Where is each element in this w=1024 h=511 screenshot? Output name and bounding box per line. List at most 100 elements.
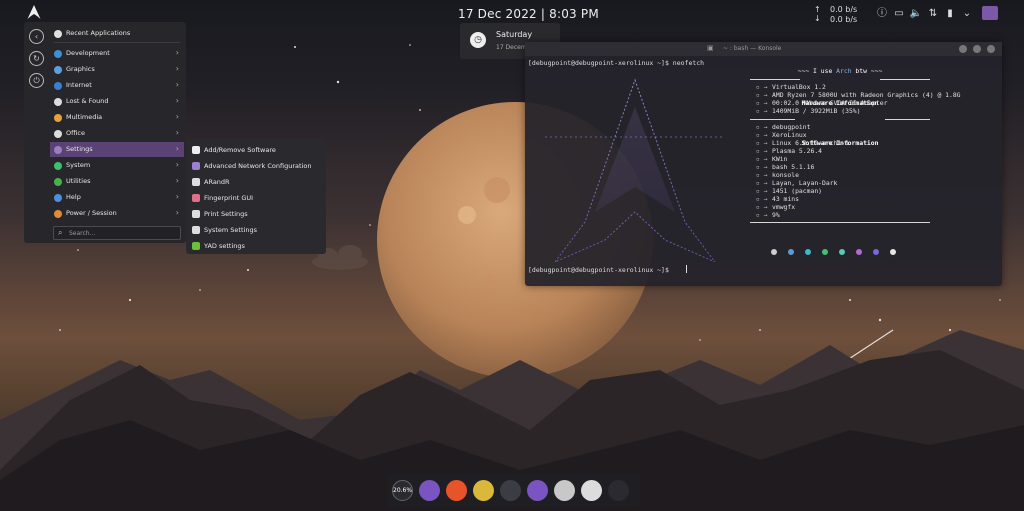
- sw-bullet-icon: ▫ →: [756, 155, 768, 163]
- submenu-item-label: Print Settings: [204, 210, 248, 218]
- konsole-titlebar[interactable]: ▣ ~ : bash — Konsole: [525, 42, 1002, 56]
- software-row: ▫ → KWin: [750, 155, 1010, 163]
- konsole-window: ▣ ~ : bash — Konsole [debugpoint@debugpo…: [525, 42, 1002, 286]
- submenu-item-system-settings[interactable]: System Settings: [190, 223, 322, 237]
- back-icon[interactable]: ‹: [29, 29, 44, 44]
- menu-item-settings[interactable]: Settings ›: [50, 142, 184, 157]
- menu-item-label: Internet: [66, 81, 92, 89]
- multimedia-icon: [54, 114, 62, 122]
- palette-swatch: [771, 249, 777, 255]
- menu-item-lost-found[interactable]: Lost & Found ›: [50, 94, 184, 109]
- network-speed-widget[interactable]: ↑ ↓ 0.0 b/s 0.0 b/s: [814, 3, 862, 25]
- chromium-icon[interactable]: [473, 480, 494, 501]
- app-launcher-icon[interactable]: [419, 480, 440, 501]
- menu-item-graphics[interactable]: Graphics ›: [50, 62, 184, 77]
- power-icon[interactable]: ⏻: [29, 73, 44, 88]
- software-row: ▫ → Plasma 5.26.4: [750, 147, 1010, 155]
- menu-item-system[interactable]: System ›: [50, 158, 184, 173]
- software-value: konsole: [772, 171, 799, 179]
- development-icon: [54, 50, 62, 58]
- menu-item-label: Help: [66, 193, 81, 201]
- sw-bullet-icon: ▫ →: [756, 147, 768, 155]
- menu-item-label: Multimedia: [66, 113, 103, 121]
- hardware-header: Hardware Information: [750, 75, 1010, 107]
- graphics-icon: [54, 66, 62, 74]
- submenu-item-print-settings[interactable]: Print Settings: [190, 207, 322, 221]
- menu-item-multimedia[interactable]: Multimedia ›: [50, 110, 184, 125]
- chevron-down-icon[interactable]: ⌄: [959, 7, 975, 21]
- sw-bullet-icon: ▫ →: [756, 171, 768, 179]
- menu-item-office[interactable]: Office ›: [50, 126, 184, 141]
- search-field[interactable]: ⌕ Search...: [53, 226, 181, 240]
- submenu-item-fingerprint-gui[interactable]: Fingerprint GUI: [190, 191, 322, 205]
- palette-swatch: [856, 249, 862, 255]
- close-icon[interactable]: [987, 45, 995, 53]
- search-icon: ⌕: [58, 228, 63, 237]
- cpu-monitor-icon[interactable]: 20.6%: [392, 480, 413, 501]
- submenu-item-arandr[interactable]: ARandR: [190, 175, 322, 189]
- clock[interactable]: 17 Dec 2022 | 8:03 PM: [458, 7, 599, 21]
- menu-item-label: System: [66, 161, 91, 169]
- maximize-icon[interactable]: [973, 45, 981, 53]
- terminal-app-icon: ▣: [707, 44, 714, 52]
- menu-item-development[interactable]: Development ›: [50, 46, 184, 61]
- application-menu: Recent Applications Development › Graphics ›…: [48, 22, 186, 243]
- neofetch-banner: ~~~ I use Arch btw ~~~: [797, 67, 883, 75]
- menu-sidebar: ‹ ↻ ⏻: [24, 22, 48, 243]
- power-session-icon: [54, 210, 62, 218]
- software-row: ▫ → debugpoint: [750, 123, 1010, 131]
- menu-item-internet[interactable]: Internet ›: [50, 78, 184, 93]
- menu-item-label: Utilities: [66, 177, 91, 185]
- dock: 20.6%: [388, 474, 640, 507]
- menu-item-label: Development: [66, 49, 110, 57]
- terminal-icon[interactable]: [500, 480, 521, 501]
- hw-bullet-icon: ▫ →: [756, 83, 768, 91]
- settings-app-icon[interactable]: [527, 480, 548, 501]
- software-value: Linux 6.0.12-arch1-1: [772, 139, 849, 147]
- updates-icon[interactable]: ⓘ: [874, 7, 890, 21]
- minimize-icon[interactable]: [959, 45, 967, 53]
- hw-bullet-icon: ▫ →: [756, 99, 768, 107]
- hardware-value: AMD Ryzen 7 5800U with Radeon Graphics (…: [772, 91, 961, 99]
- software-row: ▫ → Linux 6.0.12-arch1-1: [750, 139, 1010, 147]
- network-icon[interactable]: ⇅: [925, 7, 941, 21]
- calendar-clock-icon: ◷: [470, 32, 486, 48]
- submenu-item-label: ARandR: [204, 178, 230, 186]
- menu-item-utilities[interactable]: Utilities ›: [50, 174, 184, 189]
- lost-found-icon: [54, 98, 62, 106]
- system-tray: ⓘ ▭ 🔈 ⇅ ▮ ⌄: [874, 7, 976, 21]
- software-row: ▫ → 43 mins: [750, 195, 1010, 203]
- software-row: ▫ → vmwgfx: [750, 203, 1010, 211]
- submenu-item-advanced-network-configuration[interactable]: Advanced Network Configuration: [190, 159, 322, 173]
- submenu-item-label: Fingerprint GUI: [204, 194, 254, 202]
- submenu-item-label: YAD settings: [204, 242, 245, 250]
- chevron-right-icon: ›: [175, 192, 179, 201]
- submenu-item-label: Add/Remove Software: [204, 146, 276, 154]
- menu-item-power-session[interactable]: Power / Session ›: [50, 206, 184, 221]
- show-desktop-button[interactable]: [982, 6, 998, 20]
- disk-icon[interactable]: [581, 480, 602, 501]
- menu-item-recent-applications[interactable]: Recent Applications: [50, 26, 184, 41]
- settings-submenu: Add/Remove Software Advanced Network Conf…: [186, 139, 326, 254]
- chevron-right-icon: ›: [175, 80, 179, 89]
- arch-logo-icon[interactable]: [24, 4, 44, 24]
- refresh-icon[interactable]: ↻: [29, 51, 44, 66]
- submenu-item-add-remove-software[interactable]: Add/Remove Software: [190, 143, 322, 157]
- system-icon: [54, 162, 62, 170]
- software-value: XeroLinux: [772, 131, 807, 139]
- battery-icon[interactable]: ▮: [942, 7, 958, 21]
- sw-bullet-icon: ▫ →: [756, 211, 768, 219]
- network-config-icon: [192, 162, 200, 170]
- arch-logo-icon[interactable]: [608, 480, 629, 501]
- volume-icon[interactable]: 🔈: [908, 7, 924, 21]
- firefox-icon[interactable]: [446, 480, 467, 501]
- printer-icon: [192, 210, 200, 218]
- steam-icon[interactable]: [554, 480, 575, 501]
- hw-bullet-icon: ▫ →: [756, 107, 768, 115]
- submenu-item-yad-settings[interactable]: YAD settings: [190, 239, 322, 253]
- utilities-icon: [54, 178, 62, 186]
- display-icon[interactable]: ▭: [891, 7, 907, 21]
- menu-item-help[interactable]: Help ›: [50, 190, 184, 205]
- software-value: 1451 (pacman): [772, 187, 823, 195]
- sw-bullet-icon: ▫ →: [756, 195, 768, 203]
